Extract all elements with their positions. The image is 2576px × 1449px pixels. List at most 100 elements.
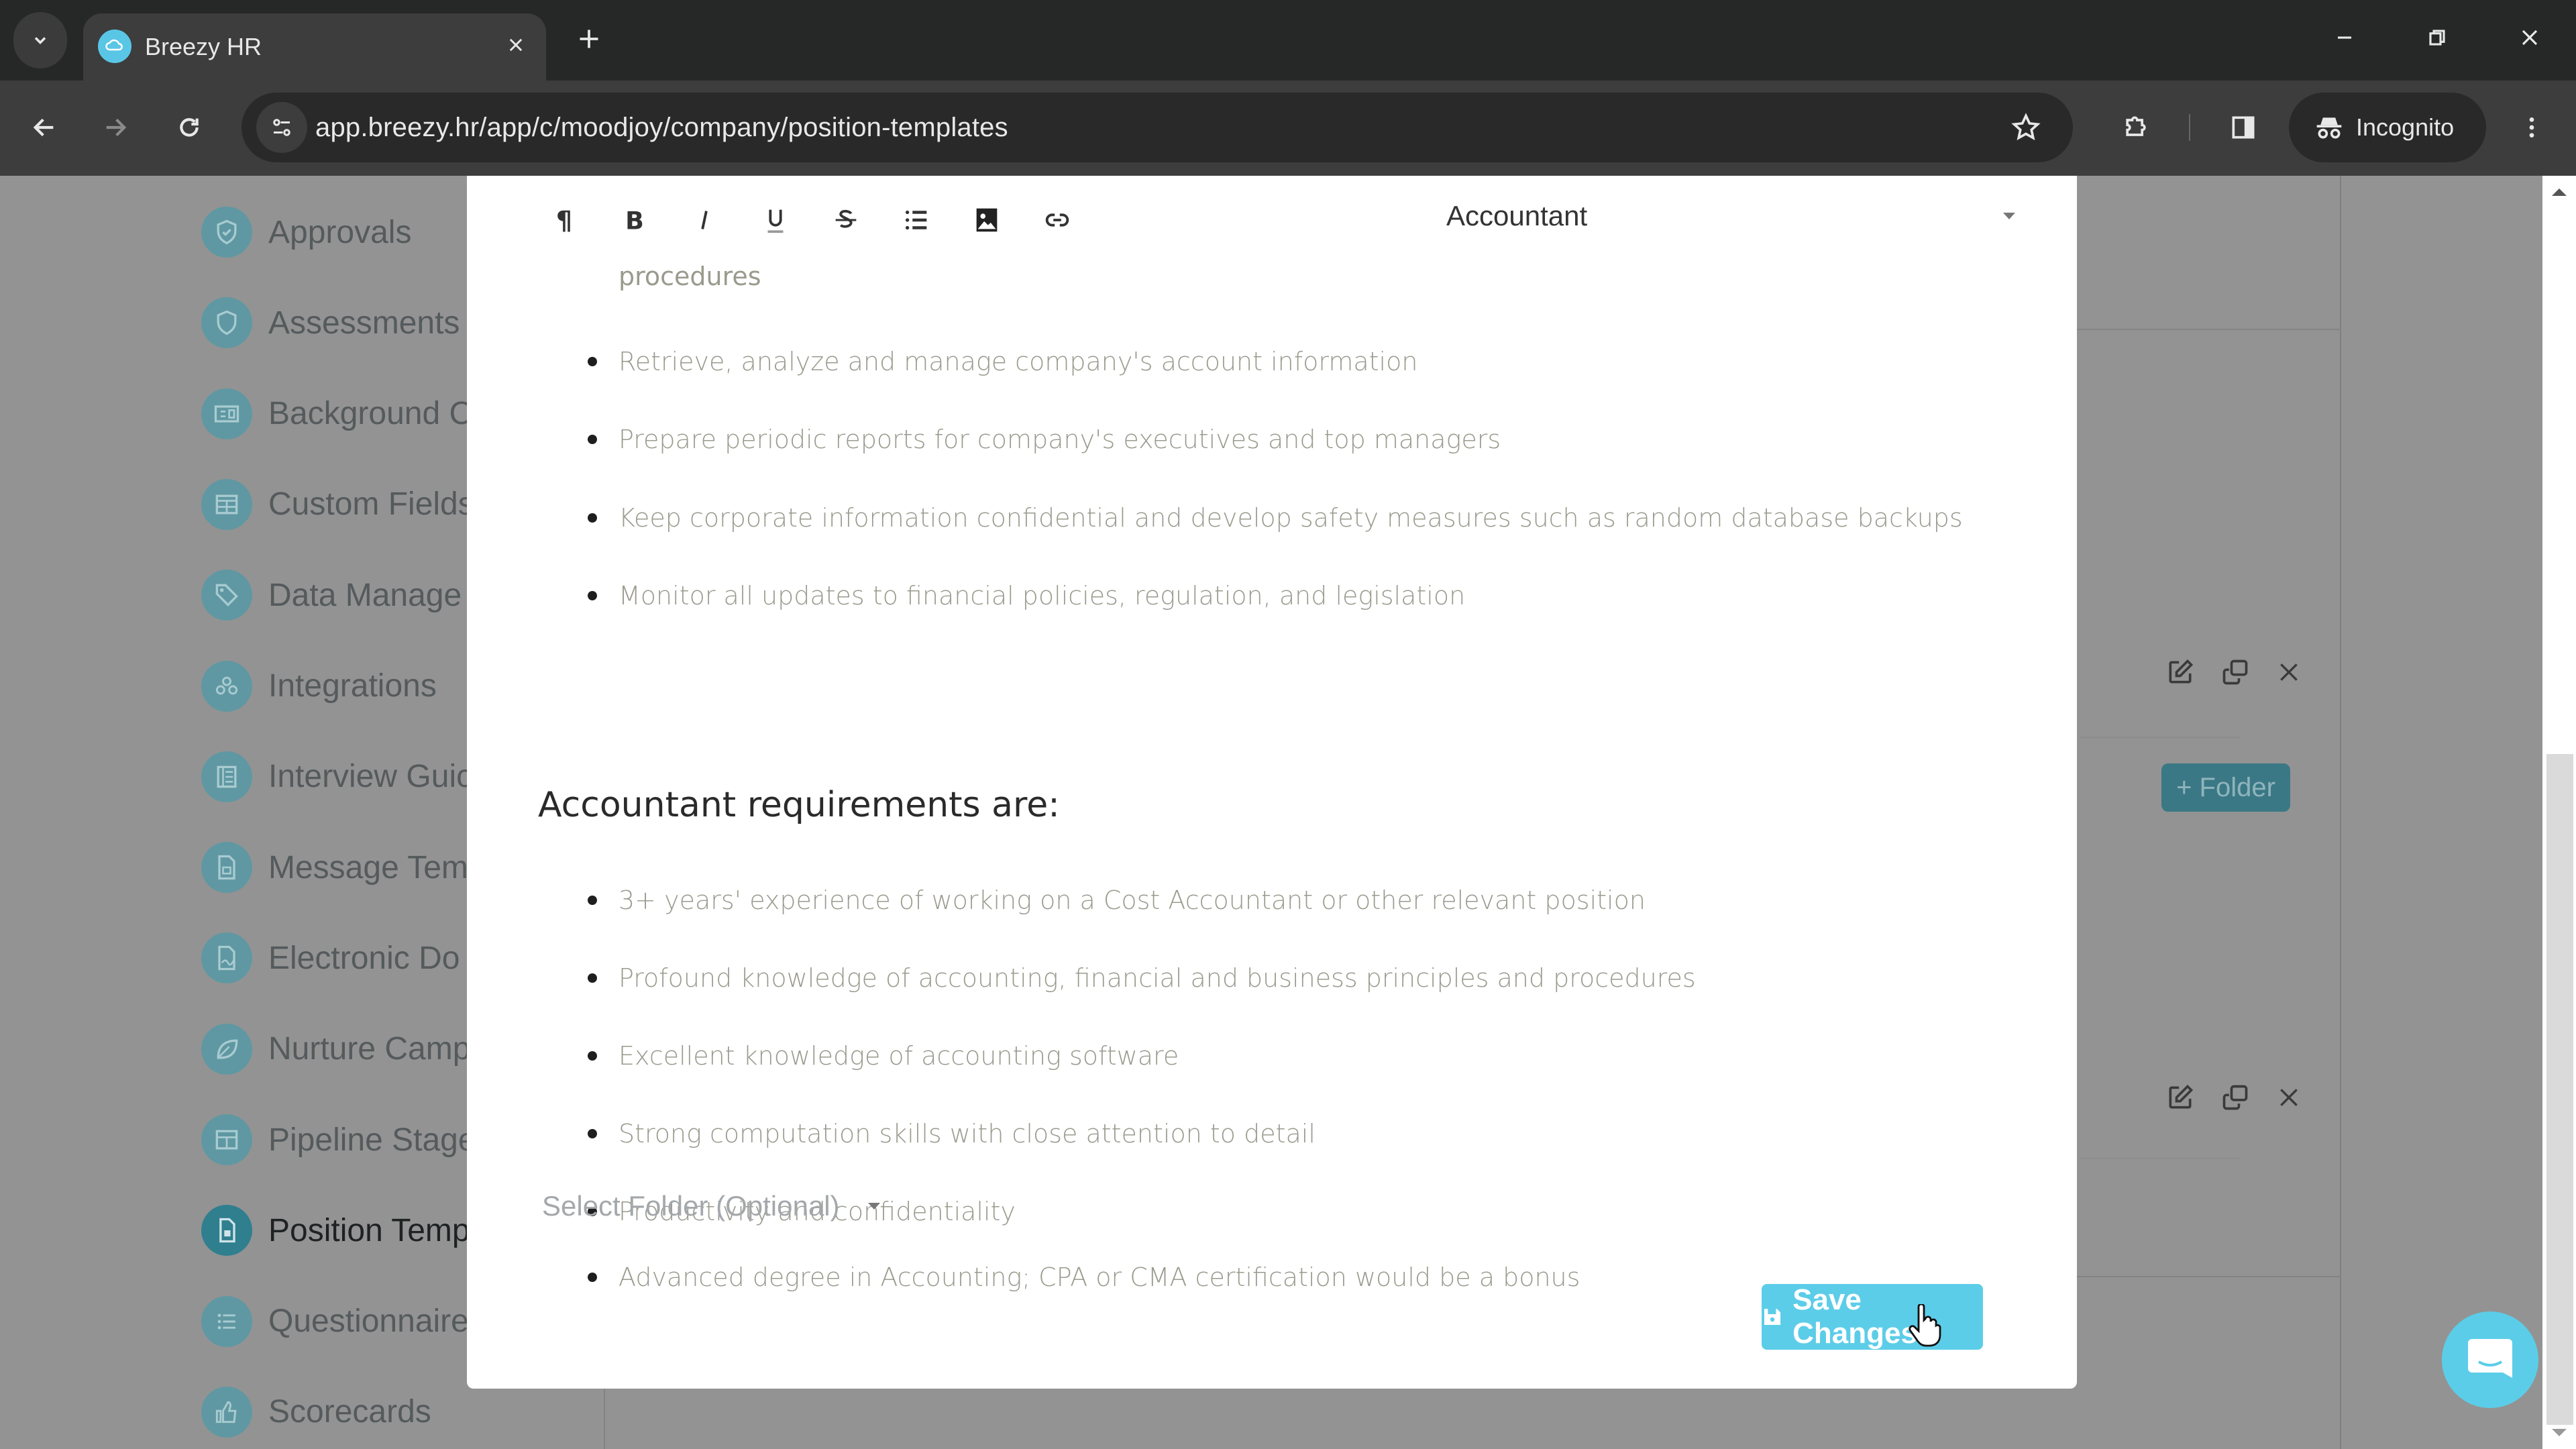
link-button[interactable] (1022, 196, 1092, 244)
folder-select[interactable]: Select Folder (Optional) (542, 1190, 881, 1222)
chevron-down-icon (34, 37, 46, 44)
panel-divider (2340, 176, 2341, 1449)
new-tab-button[interactable] (570, 20, 608, 58)
bold-button[interactable]: B (599, 196, 669, 244)
breezy-favicon-icon (98, 30, 131, 63)
browser-titlebar: Breezy HR (0, 0, 2576, 80)
editor-toolbar: ¶ B (529, 196, 1092, 244)
bookmark-button[interactable] (2006, 107, 2046, 148)
sidebar-item-assessments[interactable]: Assessments (201, 294, 460, 351)
bullet-dot (588, 513, 597, 523)
bullet-dot (588, 973, 597, 983)
chat-widget-button[interactable] (2442, 1311, 2538, 1408)
list-item-text: Prepare periodic reports for company's e… (619, 425, 1501, 454)
edit-icon[interactable] (2165, 1083, 2195, 1112)
scrollbar-thumb[interactable] (2546, 754, 2573, 1425)
duplicate-icon[interactable] (2220, 1083, 2250, 1112)
caret-down-icon (2003, 213, 2015, 219)
add-folder-button[interactable]: + Folder (2161, 763, 2290, 812)
sidebar-item-scorecards[interactable]: Scorecards (201, 1384, 431, 1440)
sidebar-item-label: Custom Fields (268, 486, 474, 523)
sidebar-item-message-tem[interactable]: Message Tem (201, 839, 468, 896)
sidebar-item-nurture-camp[interactable]: Nurture Camp (201, 1021, 470, 1077)
restore-button[interactable] (2414, 17, 2461, 58)
page-scrollbar[interactable] (2542, 176, 2576, 1449)
sidebar-item-integrations[interactable]: Integrations (201, 658, 437, 714)
tab-close-button[interactable] (499, 28, 533, 62)
sidebar-item-electronic-do[interactable]: Electronic Do (201, 930, 460, 986)
divider (2080, 737, 2241, 738)
sidebar-item-label: Data Manage (268, 577, 462, 613)
close-icon (509, 38, 523, 52)
scroll-down-arrow-icon[interactable] (2551, 1428, 2568, 1438)
arrow-left-icon (33, 118, 54, 137)
scroll-up-arrow-icon[interactable] (2551, 186, 2568, 197)
file-icon (201, 842, 252, 894)
url-text[interactable]: app.breezy.hr/app/c/moodjoy/company/posi… (315, 93, 1008, 162)
browser-tab[interactable]: Breezy HR (83, 13, 546, 80)
sidebar-item-interview-guic[interactable]: Interview Guic (201, 749, 472, 805)
sidebar-item-questionnaire[interactable]: Questionnaire (201, 1293, 469, 1350)
list-item: Advanced degree in Accounting; CPA or CM… (588, 1257, 1580, 1297)
underline-button[interactable] (740, 196, 810, 244)
sidebar-item-label: Background C (268, 396, 473, 432)
italic-button[interactable] (669, 196, 740, 244)
browser-menu-button[interactable] (2506, 102, 2557, 153)
plus-icon (580, 30, 598, 48)
back-button[interactable] (19, 102, 70, 153)
list-item: Retrieve, analyze and manage company's a… (588, 341, 1417, 382)
delete-icon[interactable] (2275, 1084, 2302, 1111)
thumbs-up-icon (201, 1386, 252, 1438)
sidebar-item-label: Electronic Do (268, 940, 460, 976)
caret-down-icon (867, 1203, 880, 1210)
site-info-button[interactable] (256, 102, 307, 153)
list-item: Monitor all updates to financial policie… (588, 576, 1465, 616)
address-bar[interactable]: app.breezy.hr/app/c/moodjoy/company/posi… (241, 93, 2073, 162)
minimize-icon (2338, 36, 2351, 39)
template-select[interactable]: Accountant (1446, 192, 2017, 240)
sidebar-item-pipeline-stage[interactable]: Pipeline Stage (201, 1112, 476, 1168)
tab-search-button[interactable] (13, 12, 67, 68)
window-close-button[interactable] (2506, 17, 2553, 58)
tab-title: Breezy HR (145, 33, 262, 60)
sidebar-item-data-manage[interactable]: Data Manage (201, 567, 462, 623)
arrow-right-icon (106, 118, 127, 137)
sidebar-item-background-c[interactable]: Background C (201, 386, 472, 442)
bullet-list-button[interactable] (881, 196, 951, 244)
list-item-text: Advanced degree in Accounting; CPA or CM… (619, 1263, 1580, 1292)
columns-icon (201, 1114, 252, 1165)
add-folder-label: + Folder (2176, 772, 2275, 802)
tune-icon (273, 119, 290, 136)
duplicate-icon[interactable] (2220, 657, 2250, 687)
hand-pointer-cursor-icon (1909, 1304, 1941, 1347)
image-icon (976, 208, 997, 232)
extensions-button[interactable] (2110, 102, 2161, 153)
save-changes-button[interactable]: Save Changes (1762, 1283, 1983, 1350)
side-panel-icon (2232, 116, 2255, 139)
sidebar-item-position-temp[interactable]: Position Temp (201, 1202, 470, 1258)
edit-icon[interactable] (2165, 657, 2195, 687)
svg-text:¶: ¶ (555, 205, 572, 235)
delete-icon[interactable] (2275, 659, 2302, 686)
forward-button[interactable] (90, 102, 141, 153)
sidebar-item-custom-fields[interactable]: Custom Fields (201, 476, 474, 533)
sidebar-item-approvals[interactable]: Approvals (201, 204, 411, 260)
list-item-text: Keep corporate information confidential … (619, 503, 1963, 533)
paragraph-button[interactable]: ¶ (529, 196, 599, 244)
strikethrough-button[interactable] (810, 196, 881, 244)
toolbar-separator (2189, 114, 2190, 141)
leaf-icon (201, 1023, 252, 1075)
list-item-text: Profound knowledge of accounting, financ… (619, 963, 1696, 993)
link-icon (1045, 213, 1069, 227)
strikethrough-icon (835, 209, 856, 228)
incognito-badge[interactable]: Incognito (2289, 93, 2486, 162)
file-text-icon (201, 1205, 252, 1256)
shield-icon (201, 297, 252, 349)
side-panel-button[interactable] (2218, 102, 2269, 153)
image-button[interactable] (951, 196, 1022, 244)
list-item: Profound knowledge of accounting, financ… (588, 958, 1696, 998)
list-item: Strong computation skills with close att… (588, 1114, 1316, 1154)
minimize-button[interactable] (2321, 17, 2368, 58)
reload-button[interactable] (164, 102, 215, 153)
sidebar-item-label: Message Tem (268, 849, 468, 885)
